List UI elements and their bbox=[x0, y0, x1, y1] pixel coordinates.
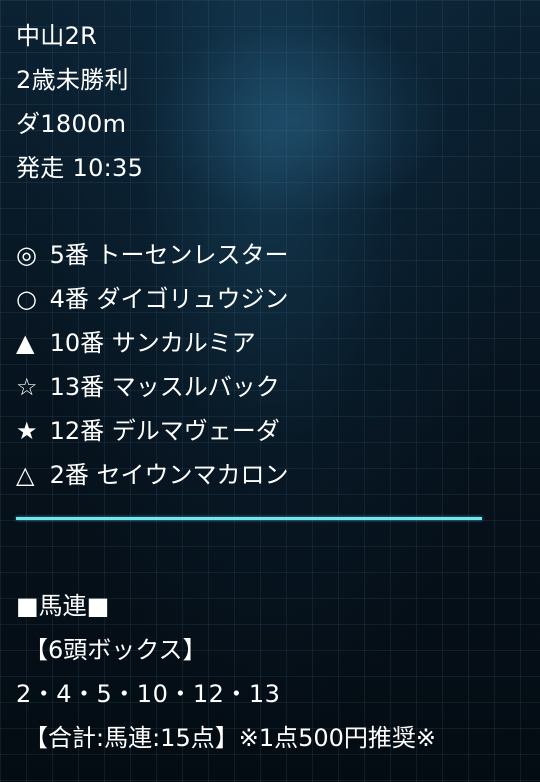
filled-star-mark: ★ bbox=[16, 417, 38, 445]
pick-hoshi: ☆ 13番 マッスルバック bbox=[16, 365, 526, 409]
pick-label: 4番 ダイゴリュウジン bbox=[49, 285, 289, 313]
screen: { "race": { "venue": "中山2R", "class": "2… bbox=[0, 0, 540, 782]
pick-taikou: ○ 4番 ダイゴリュウジン bbox=[16, 277, 526, 321]
outline-triangle-mark: △ bbox=[16, 461, 35, 489]
pick-label: 2番 セイウンマカロン bbox=[49, 461, 289, 489]
race-start-time: 発走 10:35 bbox=[16, 154, 144, 182]
pick-label: 13番 マッスルバック bbox=[49, 373, 280, 401]
race-class: 2歳未勝利 bbox=[16, 66, 129, 94]
bet-numbers: 2・4・5・10・12・13 bbox=[16, 680, 281, 708]
pick-label: 12番 デルマヴェーダ bbox=[49, 417, 280, 445]
race-info-panel: 中山2R 2歳未勝利 ダ1800m 発走 10:35 ◎ 5番 トーセンレスター… bbox=[16, 14, 526, 760]
race-venue: 中山2R bbox=[16, 22, 98, 50]
triangle-mark: ▲ bbox=[16, 329, 35, 357]
pick-label: 5番 トーセンレスター bbox=[49, 241, 289, 269]
pick-kuroboshi: ★ 12番 デルマヴェーダ bbox=[16, 409, 526, 453]
bet-box-label: 【6頭ボックス】 bbox=[24, 636, 207, 664]
race-course: ダ1800m bbox=[16, 110, 127, 138]
pick-honmei: ◎ 5番 トーセンレスター bbox=[16, 233, 526, 277]
pick-renka: △ 2番 セイウンマカロン bbox=[16, 453, 526, 497]
double-circle-mark: ◎ bbox=[16, 241, 37, 269]
outline-star-mark: ☆ bbox=[16, 373, 38, 401]
pick-label: 10番 サンカルミア bbox=[49, 329, 256, 357]
bet-total: 【合計:馬連:15点】※1点500円推奨※ bbox=[24, 724, 437, 752]
pick-tanana: ▲ 10番 サンカルミア bbox=[16, 321, 526, 365]
circle-mark: ○ bbox=[16, 285, 37, 313]
bet-type-title: ■馬連■ bbox=[16, 592, 110, 620]
